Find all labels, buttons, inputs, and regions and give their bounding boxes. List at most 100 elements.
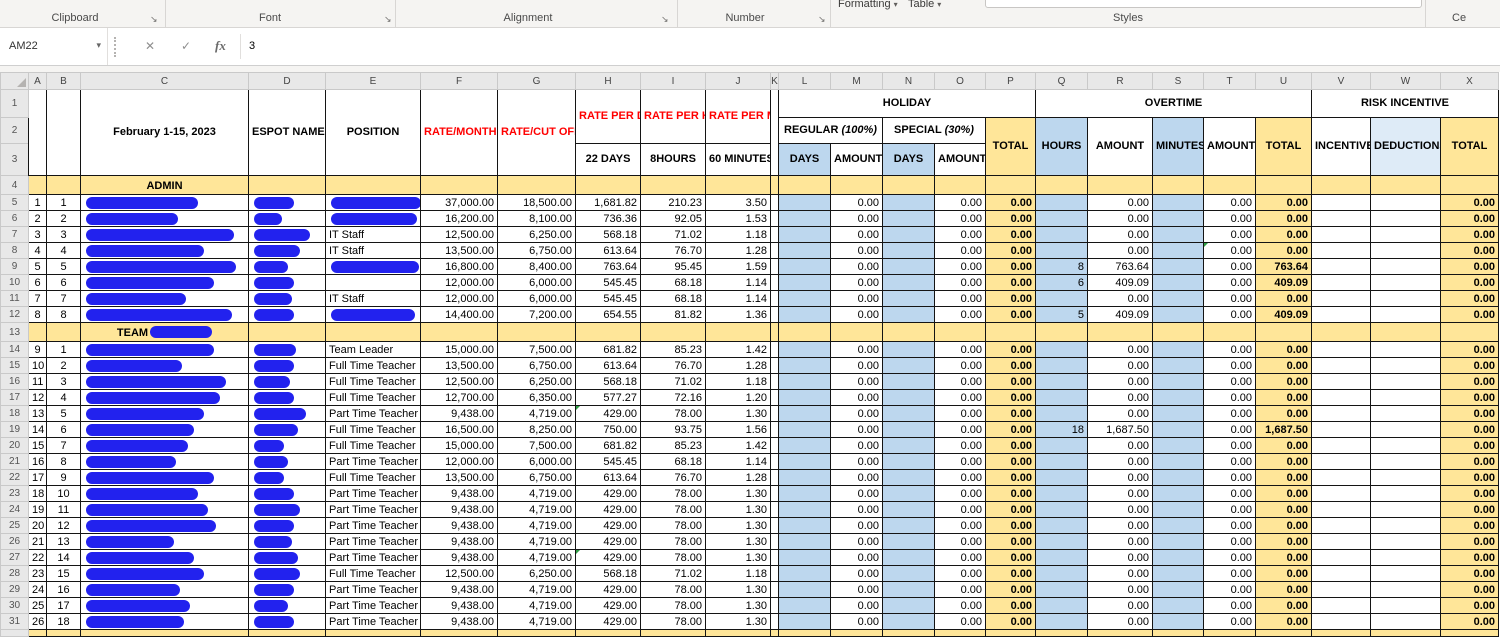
- column-header-J[interactable]: J: [705, 72, 771, 90]
- cell-rate-hour[interactable]: 72.16: [640, 389, 706, 406]
- cell-rate-minute[interactable]: 1.30: [705, 597, 771, 614]
- cell-rate-day[interactable]: 545.45: [575, 274, 641, 291]
- cell-spacer[interactable]: [770, 357, 779, 374]
- cell-holiday-special-days[interactable]: [882, 242, 935, 259]
- cell-ot-minutes-amount[interactable]: 0.00: [1203, 194, 1256, 211]
- cell-ot-total[interactable]: 0.00: [1255, 533, 1312, 550]
- cell-espot-name[interactable]: [248, 469, 326, 486]
- cell-espot-name[interactable]: [248, 405, 326, 422]
- cell-position[interactable]: Part Time Teacher: [325, 485, 421, 502]
- cell-holiday-total[interactable]: 0.00: [985, 613, 1036, 630]
- cell-employee-name[interactable]: [80, 226, 249, 243]
- cell-rate-day[interactable]: [575, 175, 641, 195]
- cell-employee-name[interactable]: [80, 597, 249, 614]
- cell-rate-month[interactable]: 12,700.00: [420, 389, 498, 406]
- cell-spacer[interactable]: [770, 453, 779, 470]
- ot-minutes-header[interactable]: MINUTES: [1152, 117, 1204, 176]
- cell-holiday-special-amount[interactable]: [934, 322, 986, 342]
- cell-rate-hour[interactable]: 95.45: [640, 258, 706, 275]
- cell-ot-total[interactable]: 0.00: [1255, 453, 1312, 470]
- cell-incentive[interactable]: [1311, 629, 1371, 637]
- cell-holiday-special-days[interactable]: [882, 565, 935, 582]
- cell-holiday-special-amount[interactable]: 0.00: [934, 469, 986, 486]
- cell-employee-name[interactable]: [80, 613, 249, 630]
- cell-rate-cutoff[interactable]: 4,719.00: [497, 533, 576, 550]
- cell-ot-minutes-amount[interactable]: 0.00: [1203, 485, 1256, 502]
- cell-rate-cutoff[interactable]: 4,719.00: [497, 613, 576, 630]
- cell-holiday-regular-days[interactable]: [778, 549, 831, 566]
- cell-num-b[interactable]: 5: [46, 405, 81, 422]
- cell-ot-hours[interactable]: [1035, 389, 1088, 406]
- cell-ot-minutes[interactable]: [1152, 389, 1204, 406]
- cell-holiday-total[interactable]: 0.00: [985, 421, 1036, 438]
- cell-ot-minutes[interactable]: [1152, 341, 1204, 358]
- cell-ot-total[interactable]: 0.00: [1255, 210, 1312, 227]
- column-header-F[interactable]: F: [420, 72, 498, 90]
- cell-num-b[interactable]: 4: [46, 242, 81, 259]
- cell-risk-total[interactable]: 0.00: [1440, 258, 1499, 275]
- cell-holiday-regular-days[interactable]: [778, 629, 831, 637]
- cell-num-b[interactable]: 1: [46, 194, 81, 211]
- cell-ot-minutes[interactable]: [1152, 533, 1204, 550]
- cell-ot-minutes-amount[interactable]: 0.00: [1203, 565, 1256, 582]
- cell-employee-name[interactable]: TEAM: [80, 322, 249, 342]
- cell-num-a[interactable]: 19: [28, 501, 47, 518]
- cell-spacer[interactable]: [770, 421, 779, 438]
- cell-num-a[interactable]: 12: [28, 389, 47, 406]
- cell-num-b[interactable]: 6: [46, 274, 81, 291]
- cell-rate-cutoff[interactable]: 6,750.00: [497, 469, 576, 486]
- cell-holiday-regular-days[interactable]: [778, 389, 831, 406]
- cell-num-a[interactable]: 4: [28, 242, 47, 259]
- cell-holiday-special-days[interactable]: [882, 175, 935, 195]
- cell-ot-total[interactable]: 0.00: [1255, 437, 1312, 454]
- column-header-G[interactable]: G: [497, 72, 576, 90]
- cell-holiday-special-amount[interactable]: 0.00: [934, 453, 986, 470]
- cell-rate-cutoff[interactable]: 6,350.00: [497, 389, 576, 406]
- cell-holiday-special-days[interactable]: [882, 581, 935, 598]
- cell-rate-minute[interactable]: 1.18: [705, 226, 771, 243]
- cell-position[interactable]: IT Staff: [325, 226, 421, 243]
- cell-num-b[interactable]: 2: [46, 357, 81, 374]
- cell-holiday-special-days[interactable]: [882, 258, 935, 275]
- cell-ot-hours[interactable]: [1035, 175, 1088, 195]
- cell-rate-hour[interactable]: 71.02: [640, 565, 706, 582]
- cell-holiday-regular-amount[interactable]: 0.00: [830, 226, 883, 243]
- cell-incentive[interactable]: [1311, 274, 1371, 291]
- cell-ot-minutes[interactable]: [1152, 437, 1204, 454]
- cell-spacer[interactable]: [770, 405, 779, 422]
- cell-ot-amount[interactable]: 0.00: [1087, 565, 1153, 582]
- cell-ot-minutes[interactable]: [1152, 421, 1204, 438]
- cell-holiday-special-amount[interactable]: 0.00: [934, 341, 986, 358]
- cell-risk-total[interactable]: 0.00: [1440, 533, 1499, 550]
- cell-holiday-total[interactable]: 0.00: [985, 581, 1036, 598]
- cell-rate-day[interactable]: 429.00: [575, 501, 641, 518]
- cell-holiday-total[interactable]: 0.00: [985, 290, 1036, 307]
- cell-holiday-regular-amount[interactable]: [830, 175, 883, 195]
- rate-month-header[interactable]: RATE/MONTH: [420, 89, 498, 176]
- cell-ot-amount[interactable]: 0.00: [1087, 194, 1153, 211]
- cell-espot-name[interactable]: [248, 341, 326, 358]
- cell-espot-name[interactable]: [248, 373, 326, 390]
- column-header-P[interactable]: P: [985, 72, 1036, 90]
- cell-rate-hour[interactable]: 71.02: [640, 373, 706, 390]
- cell-holiday-regular-amount[interactable]: 0.00: [830, 581, 883, 598]
- column-header-R[interactable]: R: [1087, 72, 1153, 90]
- cell-ot-minutes-amount[interactable]: 0.00: [1203, 533, 1256, 550]
- cell-num-b[interactable]: 8: [46, 306, 81, 323]
- row-header[interactable]: 2: [0, 117, 29, 144]
- cell-incentive[interactable]: [1311, 501, 1371, 518]
- cell-ot-minutes-amount[interactable]: 0.00: [1203, 453, 1256, 470]
- cell-spacer[interactable]: [770, 274, 779, 291]
- cell-incentive[interactable]: [1311, 533, 1371, 550]
- cell-position[interactable]: Full Time Teacher: [325, 421, 421, 438]
- cell-ot-minutes-amount[interactable]: [1203, 175, 1256, 195]
- cell-rate-month[interactable]: 16,200.00: [420, 210, 498, 227]
- cell-rate-month[interactable]: 9,438.00: [420, 533, 498, 550]
- cell-rate-minute[interactable]: [705, 629, 771, 637]
- cell-holiday-special-days[interactable]: [882, 549, 935, 566]
- cell-spacer[interactable]: [770, 565, 779, 582]
- row-header[interactable]: 25: [0, 517, 29, 534]
- cell-ot-total[interactable]: 409.09: [1255, 274, 1312, 291]
- cell-position[interactable]: Part Time Teacher: [325, 453, 421, 470]
- cell-rate-minute[interactable]: 1.30: [705, 581, 771, 598]
